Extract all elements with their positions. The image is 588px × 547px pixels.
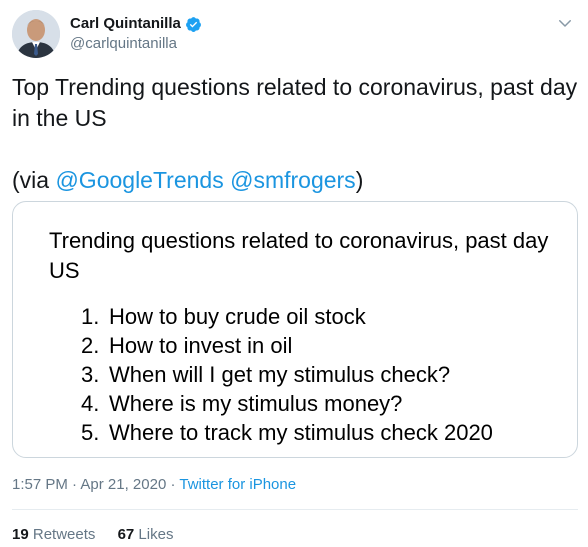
tweet: Carl Quintanilla @carlquintanilla Top Tr… xyxy=(0,0,588,547)
list-item-text: Where is my stimulus money? xyxy=(109,391,403,416)
avatar[interactable] xyxy=(12,10,60,58)
attached-image-card[interactable]: Trending questions related to coronaviru… xyxy=(12,201,578,458)
list-item: 1. How to buy crude oil stock xyxy=(81,302,493,331)
list-item-number: 1. xyxy=(81,304,100,329)
tweet-source-link[interactable]: Twitter for iPhone xyxy=(179,476,296,493)
likes-stat[interactable]: 67 Likes xyxy=(118,526,174,543)
tweet-body: Top Trending questions related to corona… xyxy=(12,74,578,131)
via-prefix: (via xyxy=(12,167,56,193)
card-title: Trending questions related to coronaviru… xyxy=(49,228,549,283)
via-line: (via @GoogleTrends @smfrogers) xyxy=(12,165,578,196)
list-item-text: How to buy crude oil stock xyxy=(109,304,366,329)
meta-separator: · xyxy=(166,476,180,493)
retweets-label: Retweets xyxy=(32,526,96,543)
chevron-down-icon[interactable] xyxy=(556,14,574,32)
via-suffix: ) xyxy=(355,167,364,193)
tweet-time[interactable]: 1:57 PM xyxy=(12,476,68,493)
retweets-stat[interactable]: 19 Retweets xyxy=(12,526,95,543)
likes-label: Likes xyxy=(138,526,174,543)
author-identity: Carl Quintanilla @carlquintanilla xyxy=(70,14,202,54)
list-item-number: 4. xyxy=(81,391,100,416)
name-row: Carl Quintanilla xyxy=(70,14,202,34)
tweet-date[interactable]: Apr 21, 2020 xyxy=(80,476,166,493)
list-item: 3. When will I get my stimulus check? xyxy=(81,360,493,389)
trending-questions-list: 1. How to buy crude oil stock 2. How to in… xyxy=(81,302,493,447)
divider xyxy=(12,509,578,510)
list-item-text: How to invest in oil xyxy=(109,333,293,358)
tweet-header: Carl Quintanilla @carlquintanilla xyxy=(12,8,202,60)
list-item-number: 2. xyxy=(81,333,100,358)
tweet-text: Top Trending questions related to corona… xyxy=(12,72,578,196)
tweet-metadata: 1:57 PM · Apr 21, 2020 · Twitter for iPh… xyxy=(12,474,296,496)
list-item: 4. Where is my stimulus money? xyxy=(81,389,493,418)
mention-googletrends[interactable]: @GoogleTrends xyxy=(55,167,223,193)
mention-smfrogers[interactable]: @smfrogers xyxy=(230,167,356,193)
list-item-text: When will I get my stimulus check? xyxy=(109,362,451,387)
list-item: 5. Where to track my stimulus check 2020 xyxy=(81,418,493,447)
list-item-number: 5. xyxy=(81,420,100,445)
likes-count: 67 xyxy=(117,526,135,543)
list-item-text: Where to track my stimulus check 2020 xyxy=(109,420,493,445)
list-item: 2. How to invest in oil xyxy=(81,331,493,360)
meta-separator: · xyxy=(67,476,81,493)
verified-badge-icon xyxy=(185,16,202,33)
author-display-name[interactable]: Carl Quintanilla xyxy=(70,14,181,34)
author-handle[interactable]: @carlquintanilla xyxy=(70,34,202,54)
retweets-count: 19 xyxy=(12,526,29,543)
tweet-stats: 19 Retweets 67 Likes xyxy=(12,524,191,546)
list-item-number: 3. xyxy=(81,362,100,387)
